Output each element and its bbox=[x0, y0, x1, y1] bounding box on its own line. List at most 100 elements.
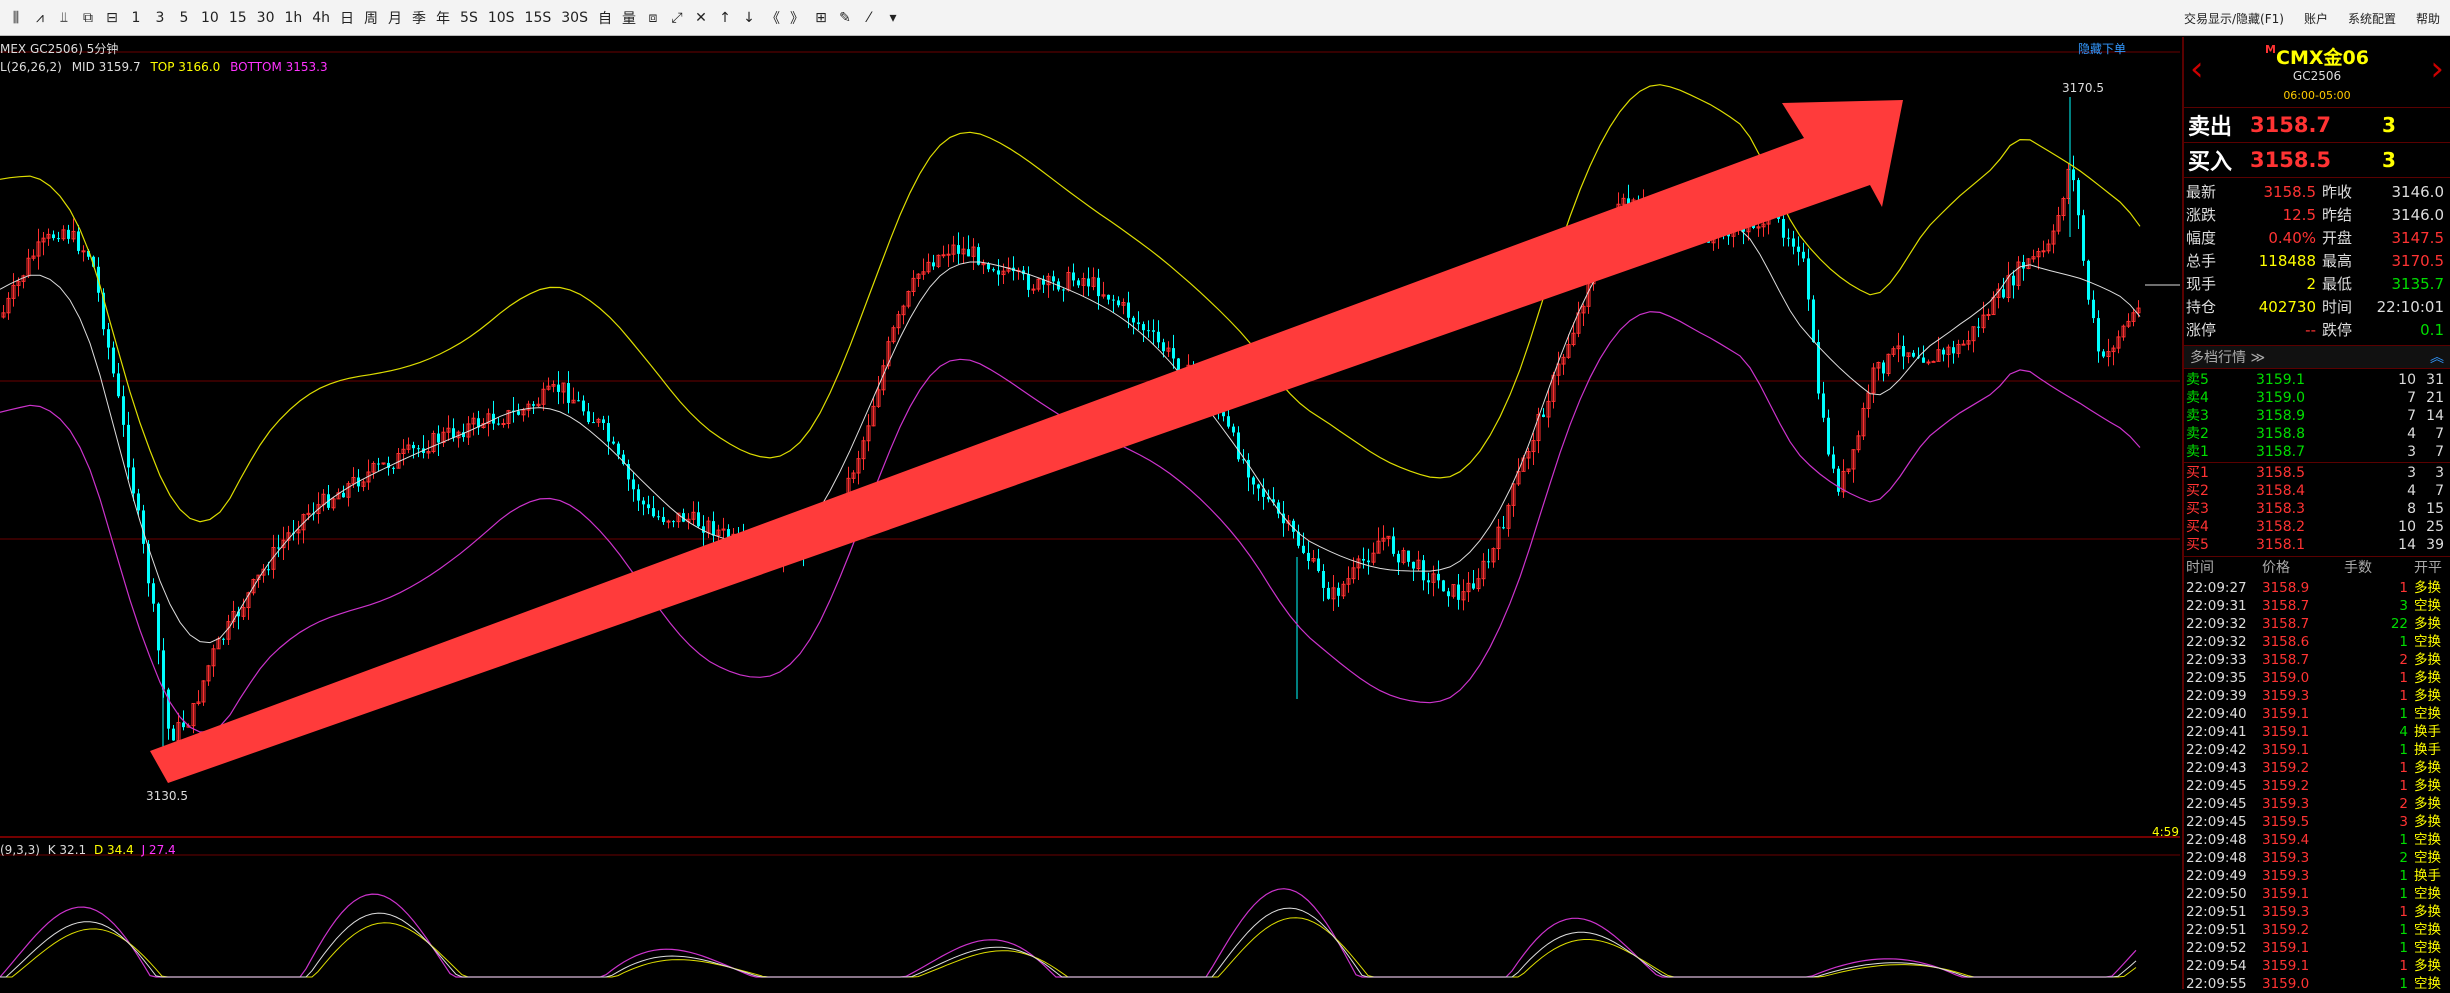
depth-total: 7 bbox=[2435, 483, 2444, 499]
trade-time: 22:09:55 bbox=[2186, 976, 2247, 992]
bar-countdown: 4:59 bbox=[2152, 825, 2179, 839]
depth-level-label: 卖5 bbox=[2186, 372, 2209, 388]
depth-level-label: 卖3 bbox=[2186, 408, 2209, 424]
kline-chart[interactable] bbox=[0, 37, 2180, 989]
trade-type: 换手 bbox=[2414, 742, 2441, 758]
quote-label: 跌停 bbox=[2322, 321, 2353, 339]
period-30-button[interactable]: 30 bbox=[253, 5, 279, 31]
expand-icon[interactable]: ⤢ bbox=[666, 5, 688, 31]
ask-row[interactable]: 卖出 3158.7 3 bbox=[2184, 108, 2450, 143]
crosshair-icon[interactable]: ✕ bbox=[690, 5, 712, 31]
trade-qty: 1 bbox=[2399, 778, 2408, 794]
trade-row: 22:09:41 3159.1 4 换手 bbox=[2184, 723, 2450, 741]
depth-total: 21 bbox=[2426, 390, 2444, 406]
hide-order-link[interactable]: 隐藏下单 bbox=[2078, 40, 2126, 57]
depth-qty: 10 bbox=[2398, 372, 2416, 388]
trade-qty: 3 bbox=[2399, 598, 2408, 614]
depth-qty: 10 bbox=[2398, 519, 2416, 535]
trade-price: 3159.1 bbox=[2262, 886, 2310, 902]
chart-area[interactable]: MEX GC2506) 5分钟 隐藏下单 L(26,26,2) MID 3159… bbox=[0, 37, 2180, 989]
depth-total: 7 bbox=[2435, 426, 2444, 442]
toolbar: ⫼ ⩘ ⫫ ⧉ ⊟ 1 3 5 10 15 30 1h 4h 日周月季年 5S 10S 15S 30S 自量 ⧈ ⤢ ✕ ↑… bbox=[0, 0, 2450, 36]
quote-value: 0.40% bbox=[2268, 229, 2316, 247]
quote-label: 开盘 bbox=[2322, 229, 2353, 247]
trade-type: 多换 bbox=[2414, 904, 2441, 920]
depth-price: 3159.1 bbox=[2256, 372, 2305, 388]
draw-line-icon[interactable]: ⁄ bbox=[858, 5, 880, 31]
quote-label: 现手 bbox=[2186, 275, 2217, 293]
period-5-button[interactable]: 5 bbox=[173, 5, 195, 31]
contract-header: ‹ MCMX金06 GC2506 06:00-05:00 › bbox=[2184, 37, 2450, 108]
trade-qty: 1 bbox=[2399, 580, 2408, 596]
trade-type: 多换 bbox=[2414, 688, 2441, 704]
period-量-button[interactable]: 量 bbox=[618, 5, 640, 31]
trade-type: 空换 bbox=[2414, 886, 2441, 902]
depth-header[interactable]: 多档行情 ≫ ︽ bbox=[2184, 346, 2450, 369]
collapse-icon[interactable]: ︽ bbox=[2430, 347, 2444, 367]
depth-qty: 4 bbox=[2407, 426, 2416, 442]
next-contract-button[interactable]: › bbox=[2430, 49, 2444, 89]
toolbar-link-1[interactable]: 账户 bbox=[2294, 10, 2338, 27]
depth-level-label: 卖2 bbox=[2186, 426, 2209, 442]
toolbar-link-3[interactable]: 帮助 bbox=[2406, 10, 2450, 27]
quote-panel: ‹ MCMX金06 GC2506 06:00-05:00 › 卖出 3158.7… bbox=[2182, 37, 2450, 992]
period-10S-button[interactable]: 10S bbox=[484, 5, 519, 31]
trade-price: 3158.7 bbox=[2262, 598, 2310, 614]
period-15S-button[interactable]: 15S bbox=[521, 5, 556, 31]
quote-label: 总手 bbox=[2186, 252, 2217, 270]
period-年-button[interactable]: 年 bbox=[432, 5, 454, 31]
trade-qty: 4 bbox=[2399, 724, 2408, 740]
period-10-button[interactable]: 10 bbox=[197, 5, 223, 31]
trade-type: 多换 bbox=[2414, 796, 2441, 812]
ask-qty: 3 bbox=[2382, 113, 2396, 137]
ask-label: 卖出 bbox=[2188, 115, 2233, 140]
period-5S-button[interactable]: 5S bbox=[456, 5, 482, 31]
trade-price: 3159.3 bbox=[2262, 904, 2310, 920]
pen-icon[interactable]: ✎ bbox=[834, 5, 856, 31]
trade-row: 22:09:45 3159.5 3 多换 bbox=[2184, 813, 2450, 831]
up-arrow-icon[interactable]: ↑ bbox=[714, 5, 736, 31]
quote-value: 0.1 bbox=[2420, 321, 2444, 339]
toolbar-links: 交易显示/隐藏(F1) 账户 系统配置 帮助 bbox=[2174, 0, 2450, 36]
toolbar-link-0[interactable]: 交易显示/隐藏(F1) bbox=[2174, 10, 2294, 27]
period-日-button[interactable]: 日 bbox=[336, 5, 358, 31]
trade-type: 空换 bbox=[2414, 832, 2441, 848]
trade-qty: 1 bbox=[2399, 922, 2408, 938]
save-icon[interactable]: ⊟ bbox=[101, 5, 123, 31]
bid-row[interactable]: 买入 3158.5 3 bbox=[2184, 143, 2450, 178]
monitor-icon[interactable]: ⧈ bbox=[642, 5, 664, 31]
period-月-button[interactable]: 月 bbox=[384, 5, 406, 31]
depth-qty: 7 bbox=[2407, 390, 2416, 406]
period-4h-button[interactable]: 4h bbox=[308, 5, 334, 31]
period-1h-button[interactable]: 1h bbox=[280, 5, 306, 31]
dropdown-icon[interactable]: ▾ bbox=[882, 5, 904, 31]
down-arrow-icon[interactable]: ↓ bbox=[738, 5, 760, 31]
line-chart-icon[interactable]: ⩘ bbox=[29, 5, 51, 31]
kline-icon[interactable]: ⫫ bbox=[53, 5, 75, 31]
trade-qty: 22 bbox=[2390, 616, 2408, 632]
depth-qty: 4 bbox=[2407, 483, 2416, 499]
quote-label: 持仓 bbox=[2186, 298, 2217, 316]
trade-row: 22:09:50 3159.1 1 空换 bbox=[2184, 885, 2450, 903]
period-3-button[interactable]: 3 bbox=[149, 5, 171, 31]
double-left-icon[interactable]: 《 bbox=[762, 5, 784, 31]
period-周-button[interactable]: 周 bbox=[360, 5, 382, 31]
grid-icon[interactable]: ⊞ bbox=[810, 5, 832, 31]
period-1-button[interactable]: 1 bbox=[125, 5, 147, 31]
trade-row: 22:09:54 3159.1 1 多换 bbox=[2184, 957, 2450, 975]
quote-value: 3135.7 bbox=[2391, 275, 2445, 293]
period-季-button[interactable]: 季 bbox=[408, 5, 430, 31]
trade-time: 22:09:40 bbox=[2186, 706, 2247, 722]
quote-value: -- bbox=[2305, 321, 2316, 339]
period-自-button[interactable]: 自 bbox=[594, 5, 616, 31]
trade-row: 22:09:52 3159.1 1 空换 bbox=[2184, 939, 2450, 957]
depth-total: 3 bbox=[2435, 465, 2444, 481]
period-15-button[interactable]: 15 bbox=[225, 5, 251, 31]
trade-qty: 1 bbox=[2399, 868, 2408, 884]
restore-icon[interactable]: ⧉ bbox=[77, 5, 99, 31]
toolbar-link-2[interactable]: 系统配置 bbox=[2338, 10, 2406, 27]
period-30S-button[interactable]: 30S bbox=[557, 5, 592, 31]
depth-title[interactable]: 多档行情 ≫ bbox=[2190, 347, 2265, 367]
bars-chart-icon[interactable]: ⫼ bbox=[5, 5, 27, 31]
double-right-icon[interactable]: 》 bbox=[786, 5, 808, 31]
